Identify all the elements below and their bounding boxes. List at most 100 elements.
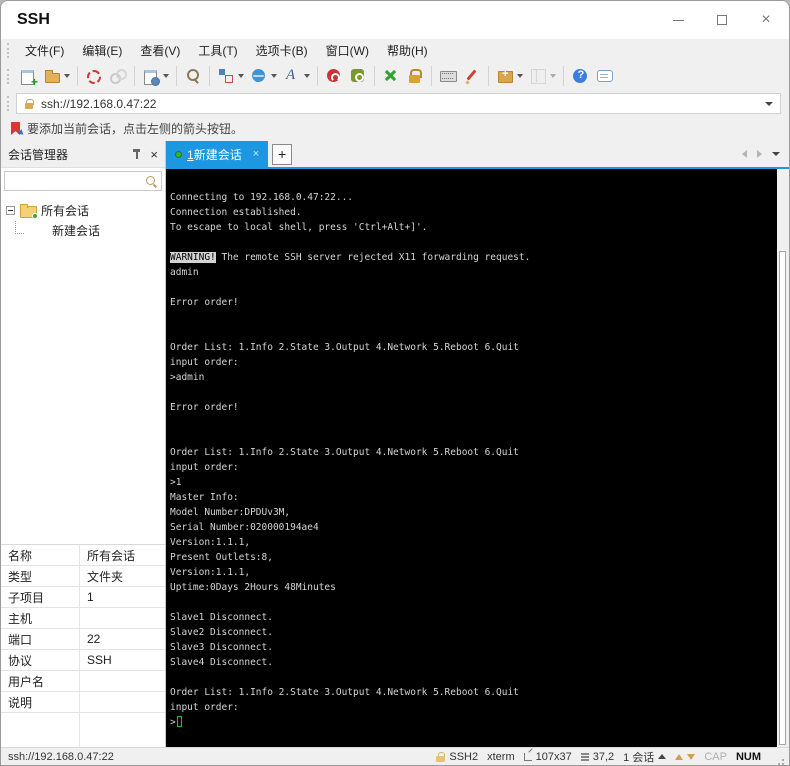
session-count-dropdown-icon[interactable] bbox=[658, 754, 667, 759]
scroll-up-icon[interactable] bbox=[675, 753, 684, 760]
status-session-count[interactable]: 1 会话 bbox=[623, 749, 667, 765]
minimize-button[interactable] bbox=[671, 13, 685, 27]
new-session-button[interactable] bbox=[17, 65, 39, 89]
app-window: SSH × 文件(F) 编辑(E) 查看(V) 工具(T) 选项卡(B) 窗口(W) 帮助(… bbox=[0, 0, 790, 766]
address-bar-row: ssh://192.168.0.47:22 bbox=[1, 91, 789, 116]
fullscreen-button[interactable] bbox=[380, 65, 402, 87]
tab-new-session[interactable]: 1新建会话 × bbox=[166, 141, 269, 167]
session-manager-panel: 会话管理器 × 所有会话 新建会话 名称 所有会话 类型 文件夹 子项目 1 主机 bbox=[1, 141, 166, 747]
status-size: 107x37 bbox=[523, 751, 572, 763]
menu-item-4[interactable]: 选项卡(B) bbox=[247, 40, 317, 61]
menubar-drag-handle[interactable] bbox=[7, 42, 9, 58]
property-label: 协议 bbox=[1, 650, 80, 670]
tab-list-dropdown-icon[interactable] bbox=[772, 152, 780, 156]
resize-grip[interactable] bbox=[776, 753, 784, 761]
menu-item-3[interactable]: 工具(T) bbox=[189, 40, 246, 61]
terminal-line: Model Number:DPDUv3M, bbox=[170, 507, 291, 518]
session-search bbox=[4, 171, 162, 191]
address-input[interactable]: ssh://192.168.0.47:22 bbox=[16, 93, 781, 114]
title-bar: SSH × bbox=[1, 1, 789, 39]
terminal-line: Serial Number:020000194ae4 bbox=[170, 522, 319, 533]
property-row-3: 主机 bbox=[1, 608, 165, 629]
tree-item-all-sessions[interactable]: 所有会话 bbox=[1, 200, 165, 220]
quick-command-icon bbox=[463, 67, 481, 85]
scrollbar-thumb[interactable] bbox=[779, 251, 786, 745]
scroll-down-icon[interactable] bbox=[687, 753, 696, 760]
quick-command-button[interactable] bbox=[461, 65, 483, 87]
new-terminal-button[interactable] bbox=[494, 65, 525, 87]
property-row-6: 用户名 bbox=[1, 671, 165, 692]
terminal-line: Slave4 Disconnect. bbox=[170, 657, 273, 668]
terminal-line: Master Info: bbox=[170, 492, 239, 503]
menu-item-2[interactable]: 查看(V) bbox=[131, 40, 189, 61]
terminal-pane: 1新建会话 × + Connecting to 192.168.0.47:22.… bbox=[166, 141, 789, 747]
pin-icon[interactable] bbox=[132, 148, 141, 160]
find-button[interactable] bbox=[182, 65, 204, 87]
terminal-line: >admin bbox=[170, 372, 205, 383]
toolbar-drag-handle[interactable] bbox=[7, 68, 9, 84]
new-terminal-dropdown-icon[interactable] bbox=[517, 74, 523, 78]
feedback-button[interactable] bbox=[593, 65, 615, 87]
reconnect-button[interactable] bbox=[107, 65, 129, 87]
open-session-icon bbox=[43, 67, 61, 85]
layout-icon bbox=[529, 67, 547, 85]
session-properties-dropdown-icon[interactable] bbox=[163, 74, 169, 78]
terminal-line: input order: bbox=[170, 357, 239, 368]
virtual-keyboard-button[interactable] bbox=[437, 65, 459, 87]
search-icon[interactable] bbox=[145, 175, 157, 187]
layout-button[interactable] bbox=[527, 65, 558, 87]
status-bar: ssh://192.168.0.47:22 SSH2 xterm 107x37 … bbox=[1, 747, 789, 765]
session-search-input[interactable] bbox=[9, 174, 145, 188]
main-area: 会话管理器 × 所有会话 新建会话 名称 所有会话 类型 文件夹 子项目 1 主机 bbox=[1, 141, 789, 747]
status-caps-lock: CAP bbox=[704, 750, 727, 763]
session-properties-button[interactable] bbox=[140, 65, 171, 87]
terminal-line: Slave3 Disconnect. bbox=[170, 642, 273, 653]
collapse-icon[interactable] bbox=[6, 205, 15, 215]
virtual-keyboard-icon bbox=[439, 67, 457, 85]
font-dropdown-icon[interactable] bbox=[304, 74, 310, 78]
property-row-1: 类型 文件夹 bbox=[1, 566, 165, 587]
property-value: 22 bbox=[87, 632, 101, 646]
terminal-output[interactable]: Connecting to 192.168.0.47:22... Connecti… bbox=[166, 169, 777, 747]
open-session-dropdown-icon[interactable] bbox=[64, 74, 70, 78]
compose-button[interactable] bbox=[215, 65, 246, 87]
tab-scroll-right-icon[interactable] bbox=[757, 150, 762, 158]
terminal-line: >1 bbox=[170, 477, 182, 488]
tab-scroll-left-icon[interactable] bbox=[742, 150, 747, 158]
close-button[interactable]: × bbox=[759, 12, 773, 28]
tree-item-new-session[interactable]: 新建会话 bbox=[1, 220, 165, 240]
layout-dropdown-icon[interactable] bbox=[550, 74, 556, 78]
terminal-scrollbar[interactable] bbox=[777, 169, 789, 747]
status-right: SSH2 xterm 107x37 37,2 1 会话 CAP NUM bbox=[436, 749, 784, 765]
disconnect-button[interactable] bbox=[83, 65, 105, 87]
encoding-icon bbox=[349, 67, 367, 85]
toolbar-separator bbox=[374, 66, 375, 86]
notice-text: 要添加当前会话，点击左侧的箭头按钮。 bbox=[27, 122, 244, 136]
menu-item-5[interactable]: 窗口(W) bbox=[317, 40, 378, 61]
encoding-button[interactable] bbox=[347, 65, 369, 87]
web-button[interactable] bbox=[248, 65, 279, 87]
maximize-button[interactable] bbox=[715, 13, 729, 27]
help-button[interactable] bbox=[569, 65, 591, 87]
address-dropdown-icon[interactable] bbox=[765, 101, 773, 106]
status-scroll-arrows[interactable] bbox=[675, 753, 696, 760]
web-dropdown-icon[interactable] bbox=[271, 74, 277, 78]
connected-dot-icon bbox=[175, 150, 182, 158]
font-button[interactable] bbox=[281, 65, 312, 87]
menu-item-0[interactable]: 文件(F) bbox=[16, 40, 73, 61]
tab-close-icon[interactable]: × bbox=[253, 148, 259, 160]
panel-close-icon[interactable]: × bbox=[150, 148, 158, 161]
terminal-line: Slave2 Disconnect. bbox=[170, 627, 273, 638]
tree-child-label: 新建会话 bbox=[52, 223, 101, 238]
menu-item-1[interactable]: 编辑(E) bbox=[73, 40, 131, 61]
new-tab-button[interactable]: + bbox=[272, 143, 293, 165]
open-session-button[interactable] bbox=[41, 65, 72, 87]
tree-connector bbox=[15, 220, 24, 234]
compose-dropdown-icon[interactable] bbox=[238, 74, 244, 78]
lock-screen-button[interactable] bbox=[404, 65, 426, 87]
menu-item-6[interactable]: 帮助(H) bbox=[378, 40, 437, 61]
color-scheme-button[interactable] bbox=[323, 65, 345, 87]
addressbar-drag-handle[interactable] bbox=[7, 96, 9, 111]
notice-bar: 要添加当前会话，点击左侧的箭头按钮。 bbox=[1, 116, 789, 141]
